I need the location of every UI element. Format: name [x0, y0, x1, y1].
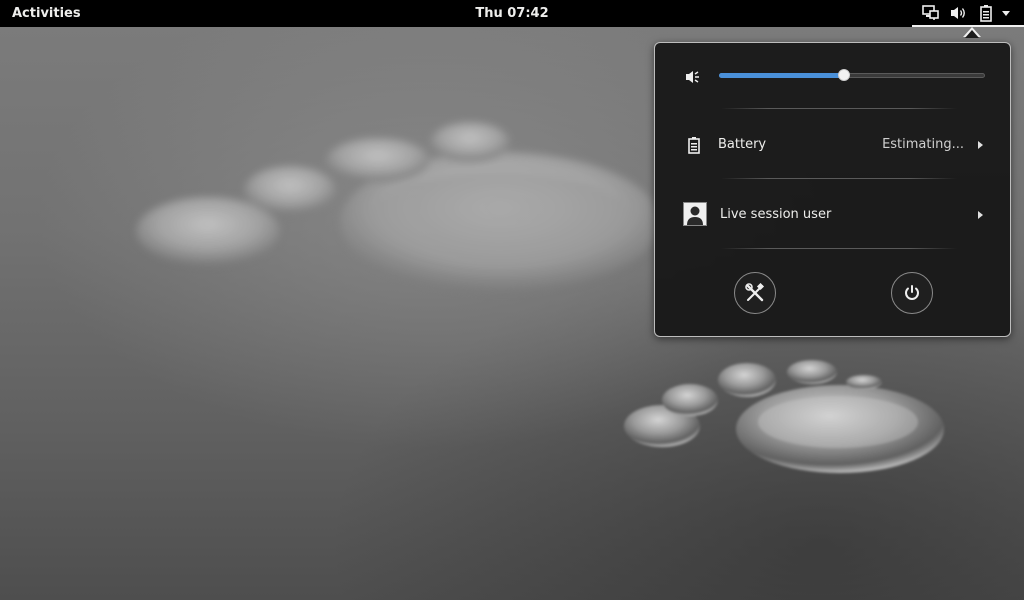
separator — [721, 248, 957, 249]
system-menu: Battery Estimating... Live session user — [654, 42, 1011, 337]
network-wired-icon — [922, 5, 939, 20]
battery-status: Estimating... — [882, 137, 964, 152]
battery-menu-item[interactable]: Battery Estimating... — [655, 127, 1010, 163]
system-status-area[interactable] — [912, 0, 1024, 27]
separator — [721, 108, 957, 109]
separator — [721, 178, 957, 179]
tools-icon — [745, 283, 765, 302]
user-icon — [687, 206, 703, 225]
user-label: Live session user — [720, 207, 832, 222]
audio-volume-icon — [686, 71, 699, 83]
power-icon — [905, 285, 919, 300]
settings-button[interactable] — [734, 272, 776, 314]
volume-row — [655, 59, 1010, 93]
audio-volume-icon — [951, 7, 965, 19]
power-button[interactable] — [891, 272, 933, 314]
activities-button[interactable]: Activities — [12, 0, 81, 27]
chevron-right-icon — [978, 141, 983, 149]
chevron-down-icon — [1002, 11, 1010, 16]
volume-slider-handle[interactable] — [838, 69, 851, 81]
clock-container: Thu 07:42 — [0, 0, 1024, 27]
user-menu-item[interactable]: Live session user — [655, 197, 1010, 233]
menu-pointer-arrow-inner — [965, 30, 979, 38]
volume-slider[interactable] — [719, 69, 985, 81]
battery-icon — [688, 137, 700, 154]
top-bar: Activities Thu 07:42 — [0, 0, 1024, 27]
clock-button[interactable]: Thu 07:42 — [475, 6, 548, 21]
battery-label: Battery — [718, 137, 767, 152]
volume-slider-fill — [719, 73, 845, 78]
chevron-right-icon — [978, 211, 983, 219]
battery-icon — [980, 5, 992, 22]
avatar — [683, 202, 707, 226]
